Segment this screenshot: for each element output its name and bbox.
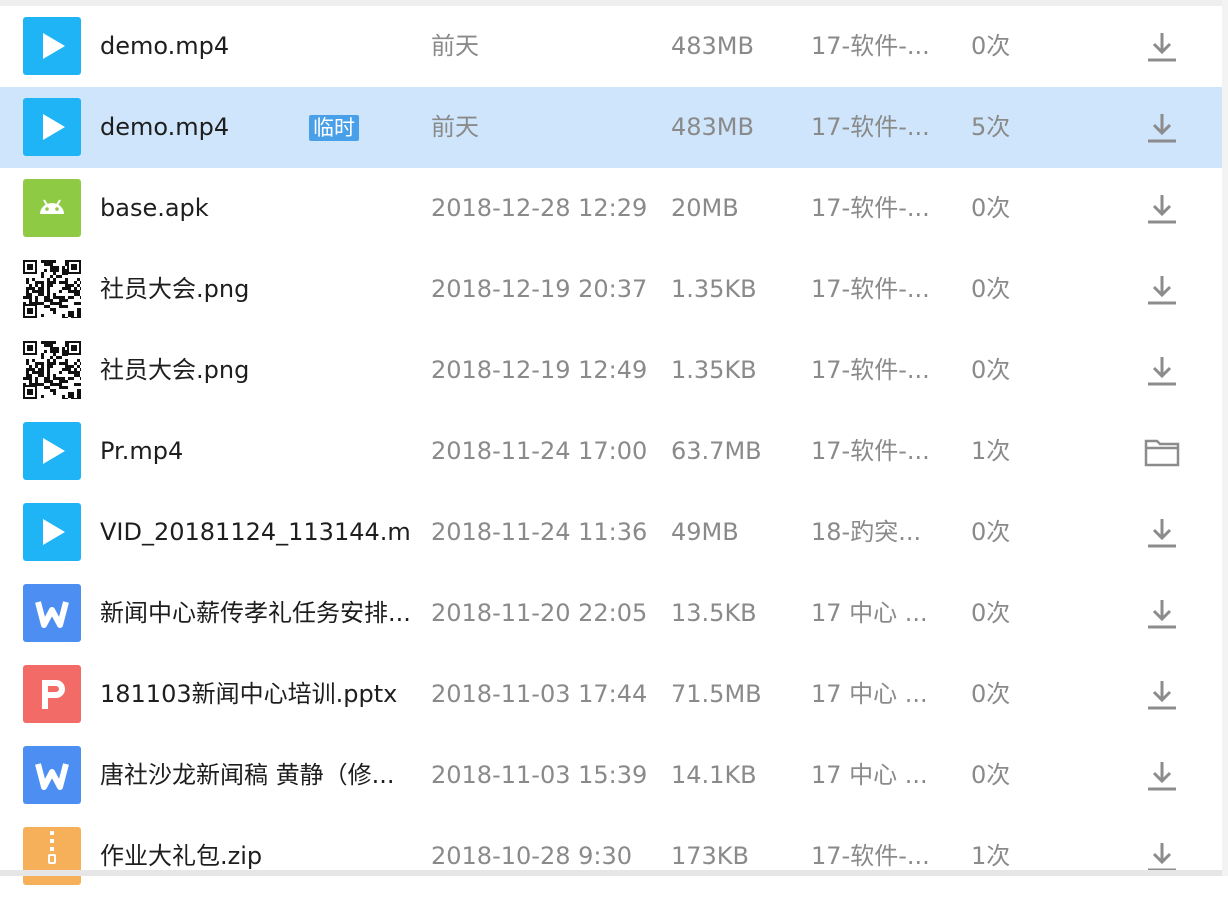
file-type-zip-icon	[23, 827, 81, 885]
file-row[interactable]: demo.mp4 前天 483MB 17-软件-... 0次	[0, 6, 1228, 87]
file-directory: 17 中心 ...	[811, 761, 928, 789]
file-name[interactable]: 社员大会.png	[100, 249, 410, 329]
file-type-qr-icon	[23, 341, 81, 399]
file-directory: 17-软件-...	[811, 842, 930, 870]
file-size: 1.35KB	[671, 356, 757, 384]
file-directory: 17 中心 ...	[811, 599, 928, 627]
file-size: 483MB	[671, 113, 754, 141]
file-size: 483MB	[671, 32, 754, 60]
file-list: demo.mp4 前天 483MB 17-软件-... 0次 demo.mp4 临时 前天 48…	[0, 6, 1228, 897]
file-name[interactable]: Pr.mp4	[100, 411, 410, 491]
file-name[interactable]: 作业大礼包.zip	[100, 816, 410, 896]
file-name[interactable]: 唐社沙龙新闻稿 黄静（修...	[100, 735, 410, 815]
download-icon[interactable]	[1144, 30, 1180, 64]
download-count: 1次	[971, 842, 1011, 870]
file-size: 49MB	[671, 518, 739, 546]
download-count: 0次	[971, 761, 1011, 789]
file-time: 2018-12-19 20:37	[431, 275, 648, 303]
file-time: 2018-11-03 15:39	[431, 761, 648, 789]
file-row[interactable]: 社员大会.png 2018-12-19 12:49 1.35KB 17-软件-... 0…	[0, 330, 1228, 411]
file-type-ppt-icon	[23, 665, 81, 723]
file-type-apk-icon	[23, 179, 81, 237]
file-directory: 17-软件-...	[811, 194, 930, 222]
file-directory: 17-软件-...	[811, 32, 930, 60]
download-icon[interactable]	[1144, 516, 1180, 550]
file-row[interactable]: 社员大会.png 2018-12-19 20:37 1.35KB 17-软件-... 0…	[0, 249, 1228, 330]
file-name[interactable]: demo.mp4	[100, 87, 410, 167]
file-type-video-icon	[23, 98, 81, 156]
download-count: 0次	[971, 32, 1011, 60]
download-count: 0次	[971, 194, 1011, 222]
file-time: 2018-11-03 17:44	[431, 680, 648, 708]
download-icon[interactable]	[1144, 759, 1180, 793]
file-row[interactable]: demo.mp4 临时 前天 483MB 17-软件-... 5次	[0, 87, 1228, 168]
file-directory: 17-软件-...	[811, 113, 930, 141]
file-type-video-icon	[23, 503, 81, 561]
download-count: 0次	[971, 356, 1011, 384]
file-name[interactable]: base.apk	[100, 168, 410, 248]
download-icon[interactable]	[1144, 840, 1180, 874]
file-directory: 17-软件-...	[811, 437, 930, 465]
file-directory: 18-趵突...	[811, 518, 922, 546]
file-size: 20MB	[671, 194, 739, 222]
file-type-word-icon	[23, 584, 81, 642]
file-size: 63.7MB	[671, 437, 762, 465]
download-count: 0次	[971, 599, 1011, 627]
download-icon[interactable]	[1144, 192, 1180, 226]
file-time: 2018-11-20 22:05	[431, 599, 648, 627]
file-row[interactable]: 181103新闻中心培训.pptx 2018-11-03 17:44 71.5MB 1…	[0, 654, 1228, 735]
file-type-qr-icon	[23, 260, 81, 318]
file-row[interactable]: 作业大礼包.zip 2018-10-28 9:30 173KB 17-软件-... 1次	[0, 816, 1228, 897]
download-icon[interactable]	[1144, 678, 1180, 712]
file-name[interactable]: VID_20181124_113144.m...	[100, 492, 410, 572]
download-count: 5次	[971, 113, 1011, 141]
temporary-badge: 临时	[309, 115, 359, 141]
file-row[interactable]: 新闻中心薪传孝礼任务安排... 2018-11-20 22:05 13.5KB 17 …	[0, 573, 1228, 654]
download-icon[interactable]	[1144, 597, 1180, 631]
file-time: 前天	[431, 113, 479, 141]
folder-icon[interactable]	[1144, 435, 1180, 469]
download-icon[interactable]	[1144, 273, 1180, 307]
download-icon[interactable]	[1144, 111, 1180, 145]
file-name[interactable]: demo.mp4	[100, 6, 410, 86]
download-count: 0次	[971, 275, 1011, 303]
download-icon[interactable]	[1144, 354, 1180, 388]
file-time: 2018-12-19 12:49	[431, 356, 648, 384]
file-time: 2018-11-24 11:36	[431, 518, 648, 546]
file-directory: 17-软件-...	[811, 275, 930, 303]
file-name[interactable]: 社员大会.png	[100, 330, 410, 410]
file-time: 2018-10-28 9:30	[431, 842, 632, 870]
file-name[interactable]: 新闻中心薪传孝礼任务安排...	[100, 573, 410, 653]
bottom-edge	[0, 870, 1228, 876]
file-time: 前天	[431, 32, 479, 60]
file-type-video-icon	[23, 422, 81, 480]
file-row[interactable]: 唐社沙龙新闻稿 黄静（修... 2018-11-03 15:39 14.1KB 17 …	[0, 735, 1228, 816]
file-size: 13.5KB	[671, 599, 757, 627]
file-row[interactable]: VID_20181124_113144.m... 2018-11-24 11:36…	[0, 492, 1228, 573]
file-row[interactable]: Pr.mp4 2018-11-24 17:00 63.7MB 17-软件-... 1次	[0, 411, 1228, 492]
file-directory: 17-软件-...	[811, 356, 930, 384]
download-count: 1次	[971, 437, 1011, 465]
file-size: 71.5MB	[671, 680, 762, 708]
file-size: 173KB	[671, 842, 750, 870]
file-size: 1.35KB	[671, 275, 757, 303]
file-time: 2018-11-24 17:00	[431, 437, 648, 465]
file-name[interactable]: 181103新闻中心培训.pptx	[100, 654, 410, 734]
file-size: 14.1KB	[671, 761, 757, 789]
download-count: 0次	[971, 680, 1011, 708]
file-row[interactable]: base.apk 2018-12-28 12:29 20MB 17-软件-... 0次	[0, 168, 1228, 249]
download-count: 0次	[971, 518, 1011, 546]
scrollbar-track[interactable]	[1222, 0, 1228, 876]
file-type-word-icon	[23, 746, 81, 804]
file-type-video-icon	[23, 17, 81, 75]
file-time: 2018-12-28 12:29	[431, 194, 648, 222]
file-directory: 17 中心 ...	[811, 680, 928, 708]
